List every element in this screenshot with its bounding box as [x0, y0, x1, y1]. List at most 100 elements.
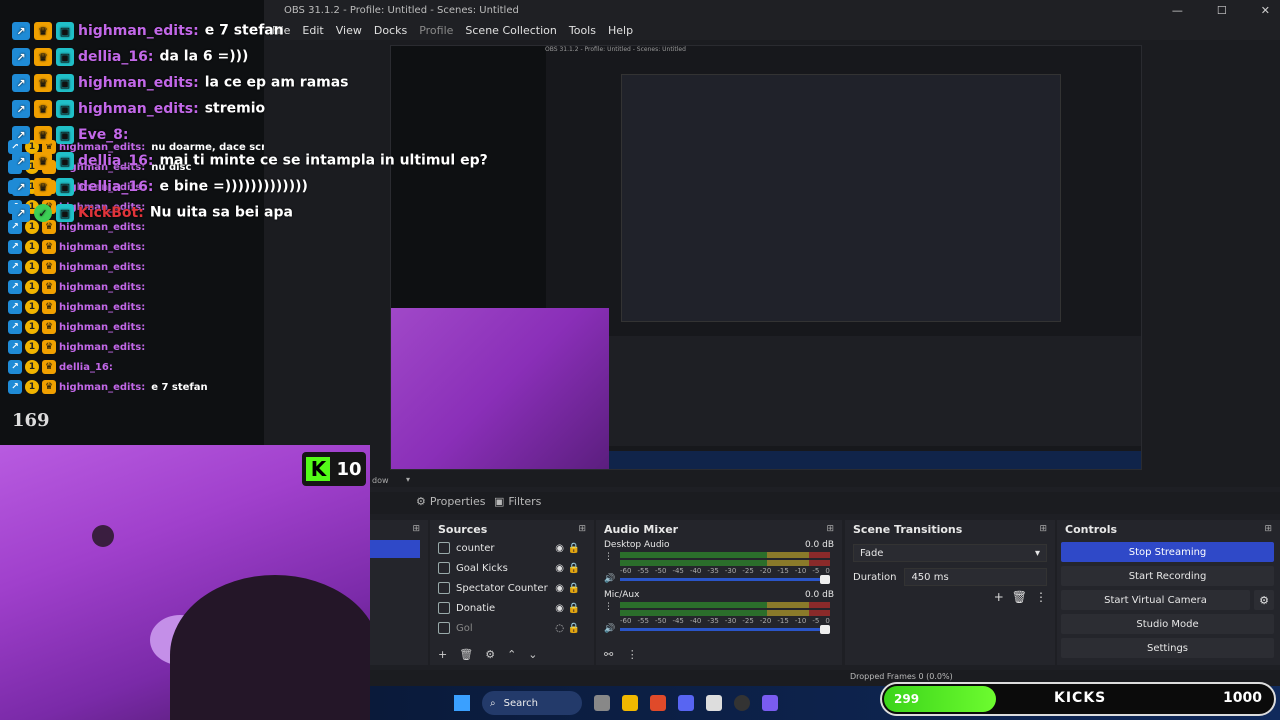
overlay-username[interactable]: dellia_16:	[78, 153, 153, 169]
taskbar-search[interactable]: ⌕ Search	[482, 691, 582, 715]
windows-start-icon[interactable]	[454, 695, 470, 711]
stop-streaming-button[interactable]: Stop Streaming	[1061, 542, 1274, 562]
source-item[interactable]: Gol ◌ 🔒	[430, 618, 594, 638]
source-item[interactable]: Spectator Counter ◉ 🔒	[430, 578, 594, 598]
scene-item-selected[interactable]	[370, 540, 420, 558]
chat-username[interactable]: highman_edits:	[59, 262, 145, 273]
overlay-username[interactable]: dellia_16:	[78, 49, 153, 65]
gear-icon[interactable]: ⚙	[1254, 590, 1274, 610]
more-icon[interactable]: ⋮	[1035, 590, 1047, 604]
overlay-username[interactable]: Eve_8:	[78, 127, 129, 143]
add-transition-icon[interactable]: +	[994, 590, 1004, 604]
lock-icon[interactable]: 🔒	[568, 603, 580, 614]
eye-icon[interactable]: ◉	[555, 543, 564, 554]
meter-tick-label: -10	[794, 567, 807, 575]
menu-tools[interactable]: Tools	[569, 24, 596, 37]
overlay-username[interactable]: dellia_16:	[78, 179, 153, 195]
discord-icon[interactable]	[678, 695, 694, 711]
speaker-icon[interactable]: 🔊	[604, 574, 615, 584]
dock-menu-icon[interactable]: ⊞	[1039, 524, 1047, 534]
more-icon[interactable]: ⋮	[604, 552, 613, 562]
transition-select[interactable]: Fade ▾	[853, 544, 1047, 562]
link-icon[interactable]: ⚯	[604, 648, 613, 661]
gear-icon[interactable]: ⚙	[485, 648, 495, 661]
settings-button[interactable]: Settings	[1061, 638, 1274, 658]
brave-icon[interactable]	[650, 695, 666, 711]
app-icon[interactable]	[706, 695, 722, 711]
eye-icon[interactable]: ◉	[555, 603, 564, 614]
obs-icon[interactable]	[734, 695, 750, 711]
chat-username[interactable]: highman_edits:	[59, 322, 145, 333]
one-badge-icon: 1	[25, 300, 39, 314]
menu-help[interactable]: Help	[608, 24, 633, 37]
add-source-icon[interactable]: +	[438, 648, 447, 661]
close-icon[interactable]: ✕	[1261, 4, 1270, 17]
source-item[interactable]: counter ◉ 🔒	[430, 538, 594, 558]
lock-icon[interactable]: 🔒	[568, 563, 580, 574]
menu-scene-collection[interactable]: Scene Collection	[465, 24, 556, 37]
meter-tick-label: -20	[759, 617, 772, 625]
source-item[interactable]: Donatie ◉ 🔒	[430, 598, 594, 618]
filters-button[interactable]: ▣ Filters	[494, 495, 541, 508]
file-explorer-icon[interactable]	[622, 695, 638, 711]
properties-button[interactable]: ⚙ Properties	[416, 495, 485, 508]
source-item[interactable]: Goal Kicks ◉ 🔒	[430, 558, 594, 578]
overlay-chat-message: ↗ ♛ ▣ dellia_16: da la 6 =)))	[12, 48, 248, 66]
eye-off-icon[interactable]: ◌	[555, 623, 564, 634]
sources-toolbar: + 🗑 ⚙ ⌃ ⌄	[438, 648, 538, 661]
move-up-icon[interactable]: ⌃	[507, 648, 516, 661]
lock-icon[interactable]: 🔒	[568, 543, 580, 554]
trash-icon[interactable]: 🗑	[1012, 590, 1027, 604]
chat-username[interactable]: highman_edits:	[59, 222, 145, 233]
trash-icon[interactable]: 🗑	[459, 648, 473, 661]
chat-username[interactable]: highman_edits:	[59, 302, 145, 313]
duration-input[interactable]: 450 ms	[904, 568, 1047, 586]
crown-icon: ♛	[34, 126, 52, 144]
studio-mode-button[interactable]: Studio Mode	[1061, 614, 1274, 634]
mixer-toolbar: ⚯ ⋮	[604, 648, 638, 661]
minimize-icon[interactable]: —	[1172, 4, 1183, 17]
volume-slider-handle[interactable]	[820, 575, 830, 584]
one-badge-icon: 1	[25, 340, 39, 354]
overlay-username[interactable]: KickBot:	[78, 205, 144, 221]
lock-icon[interactable]: 🔒	[568, 623, 580, 634]
kick-viewers-badge: K 10	[302, 452, 366, 486]
overlay-username[interactable]: highman_edits:	[78, 75, 199, 91]
more-icon[interactable]: ⋮	[604, 602, 613, 612]
menu-edit[interactable]: Edit	[302, 24, 323, 37]
filters-label: Filters	[508, 495, 542, 508]
dock-menu-icon[interactable]: ⊞	[1264, 524, 1272, 534]
meter-tick-label: 0	[825, 567, 830, 575]
chat-username[interactable]: highman_edits:	[59, 282, 145, 293]
game-badge-icon: ▣	[56, 22, 74, 40]
task-view-icon[interactable]	[594, 695, 610, 711]
one-badge-icon: 1	[25, 360, 39, 374]
more-icon[interactable]: ⋮	[627, 648, 638, 661]
menu-profile[interactable]: Profile	[419, 24, 453, 37]
start-virtual-camera-button[interactable]: Start Virtual Camera	[1061, 590, 1250, 610]
chat-username[interactable]: dellia_16:	[59, 362, 113, 373]
menu-docks[interactable]: Docks	[374, 24, 407, 37]
chat-username[interactable]: highman_edits:	[59, 382, 145, 393]
volume-slider[interactable]	[620, 575, 830, 584]
start-recording-button[interactable]: Start Recording	[1061, 566, 1274, 586]
one-badge-icon: 1	[25, 220, 39, 234]
maximize-icon[interactable]: ☐	[1217, 4, 1227, 17]
volume-slider[interactable]	[620, 625, 830, 634]
chevron-down-icon[interactable]: ▾	[406, 475, 410, 484]
dock-menu-icon[interactable]: ⊞	[412, 524, 420, 534]
volume-slider-handle[interactable]	[820, 625, 830, 634]
lock-icon[interactable]: 🔒	[568, 583, 580, 594]
overlay-username[interactable]: highman_edits:	[78, 101, 199, 117]
eye-icon[interactable]: ◉	[555, 583, 564, 594]
menu-view[interactable]: View	[336, 24, 362, 37]
dock-menu-icon[interactable]: ⊞	[578, 524, 586, 534]
chat-username[interactable]: highman_edits:	[59, 342, 145, 353]
dock-menu-icon[interactable]: ⊞	[826, 524, 834, 534]
app-icon-2[interactable]	[762, 695, 778, 711]
overlay-username[interactable]: highman_edits:	[78, 23, 199, 39]
chat-username[interactable]: highman_edits:	[59, 242, 145, 253]
move-down-icon[interactable]: ⌄	[528, 648, 537, 661]
eye-icon[interactable]: ◉	[555, 563, 564, 574]
speaker-icon[interactable]: 🔊	[604, 624, 615, 634]
